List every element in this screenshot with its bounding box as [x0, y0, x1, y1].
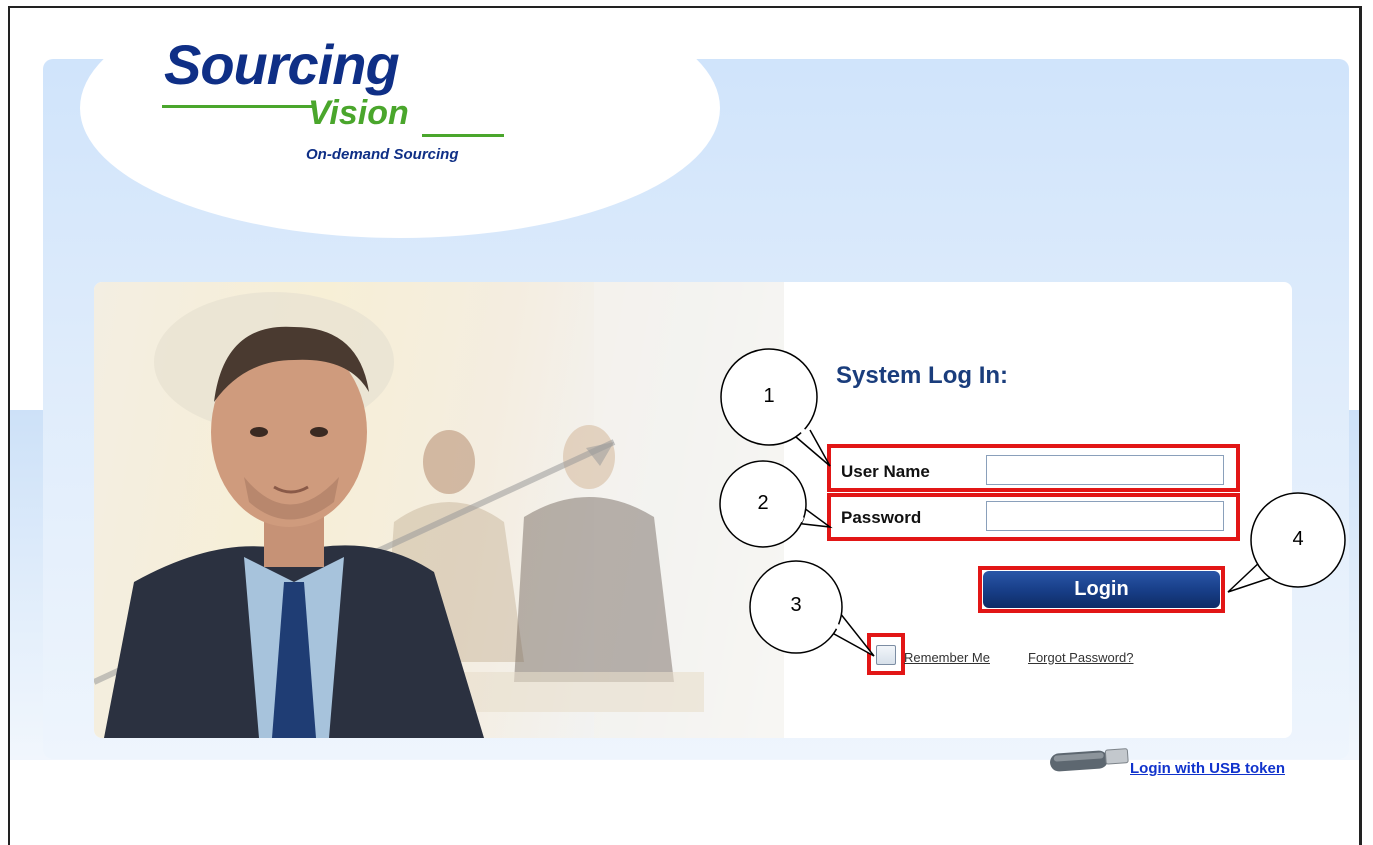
- callout-4-number: 4: [1292, 528, 1304, 550]
- callout-1-number: 1: [763, 385, 775, 407]
- callout-3-number: 3: [790, 594, 802, 616]
- callout-annotations: [719, 348, 1346, 657]
- callout-3-bubble: [749, 560, 875, 657]
- callout-2-number: 2: [757, 492, 769, 514]
